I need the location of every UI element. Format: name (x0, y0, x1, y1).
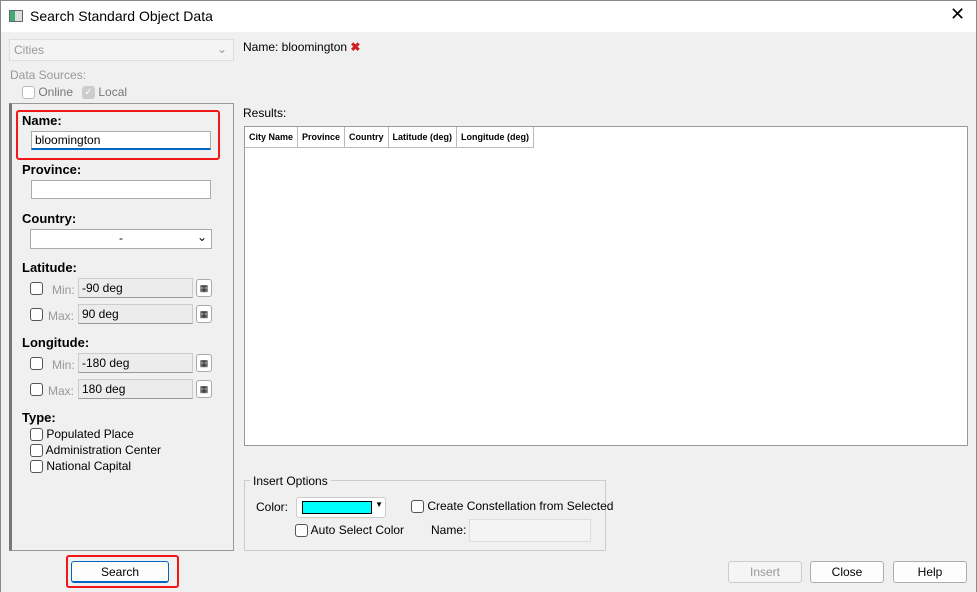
lon-min-label: Min: (52, 358, 75, 372)
unit-picker-icon[interactable]: ▦ (196, 305, 212, 323)
help-button[interactable]: Help (893, 561, 967, 583)
color-picker[interactable]: ▼ (296, 497, 386, 518)
type-national-capital-checkbox[interactable]: National Capital (30, 459, 132, 474)
lon-max-label: Max: (48, 384, 75, 398)
data-sources-label: Data Sources: (10, 68, 87, 82)
active-filter: Name: bloomington ✖ (243, 40, 360, 54)
insert-button[interactable]: Insert (728, 561, 802, 583)
auto-select-color-checkbox[interactable]: Auto Select Color (295, 523, 405, 538)
country-value: - (119, 231, 123, 245)
online-checkbox[interactable]: Online (22, 85, 74, 100)
type-administration-center-checkbox[interactable]: Administration Center (30, 443, 162, 458)
lat-max-checkbox[interactable] (30, 308, 43, 321)
local-checkbox[interactable]: ✓ Local (82, 85, 128, 100)
category-select[interactable]: Cities ⌄ (9, 39, 234, 61)
province-input[interactable] (31, 180, 211, 199)
category-value: Cities (14, 43, 45, 57)
type-option-label: National Capital (46, 459, 132, 473)
close-window-icon[interactable]: ✕ (950, 4, 965, 25)
type-option-label: Populated Place (46, 427, 134, 441)
lat-min-label: Min: (52, 283, 75, 297)
color-swatch (302, 501, 372, 514)
lat-max-label: Max: (48, 309, 75, 323)
chevron-down-icon: ⌄ (216, 42, 227, 56)
online-label: Online (38, 85, 74, 99)
column-header[interactable]: Longitude (deg) (456, 127, 535, 148)
search-button[interactable]: Search (71, 561, 169, 583)
latitude-label: Latitude: (22, 260, 77, 275)
type-option-label: Administration Center (45, 443, 162, 457)
chevron-down-icon: ⌄ (196, 230, 207, 244)
create-constellation-label: Create Constellation from Selected (427, 499, 614, 513)
longitude-label: Longitude: (22, 335, 90, 350)
name-input[interactable]: bloomington (31, 131, 211, 150)
local-label: Local (98, 85, 128, 99)
unit-picker-icon[interactable]: ▦ (196, 279, 212, 297)
dropdown-arrow-icon: ▼ (375, 500, 383, 509)
name-label: Name: (22, 113, 62, 128)
lon-min-input[interactable]: -180 deg (78, 353, 193, 373)
country-select[interactable]: - ⌄ (30, 229, 212, 249)
remove-filter-icon[interactable]: ✖ (350, 40, 360, 54)
results-table[interactable]: City Name Province Country Latitude (deg… (244, 126, 968, 446)
province-label: Province: (22, 162, 82, 177)
unit-picker-icon[interactable]: ▦ (196, 380, 212, 398)
filter-text: Name: bloomington (243, 40, 348, 54)
column-header[interactable]: Latitude (deg) (388, 127, 458, 148)
window-title: Search Standard Object Data (30, 8, 213, 24)
lat-max-input[interactable]: 90 deg (78, 304, 193, 324)
constellation-name-input[interactable] (469, 519, 591, 542)
results-label: Results: (243, 106, 287, 120)
lat-min-checkbox[interactable] (30, 282, 43, 295)
lon-min-checkbox[interactable] (30, 357, 43, 370)
auto-select-color-label: Auto Select Color (310, 523, 405, 537)
insert-options-legend: Insert Options (250, 474, 331, 488)
column-header[interactable]: Country (344, 127, 389, 148)
close-button[interactable]: Close (810, 561, 884, 583)
type-populated-place-checkbox[interactable]: Populated Place (30, 427, 134, 442)
unit-picker-icon[interactable]: ▦ (196, 354, 212, 372)
color-label: Color: (256, 500, 289, 514)
column-header[interactable]: Province (297, 127, 346, 148)
lon-max-input[interactable]: 180 deg (78, 379, 193, 399)
column-header[interactable]: City Name (245, 127, 299, 148)
lon-max-checkbox[interactable] (30, 383, 43, 396)
country-label: Country: (22, 211, 77, 226)
create-constellation-checkbox[interactable]: Create Constellation from Selected (411, 499, 614, 514)
lat-min-input[interactable]: -90 deg (78, 278, 193, 298)
constellation-name-label: Name: (431, 523, 467, 537)
app-icon (9, 10, 23, 22)
type-label: Type: (22, 410, 56, 425)
